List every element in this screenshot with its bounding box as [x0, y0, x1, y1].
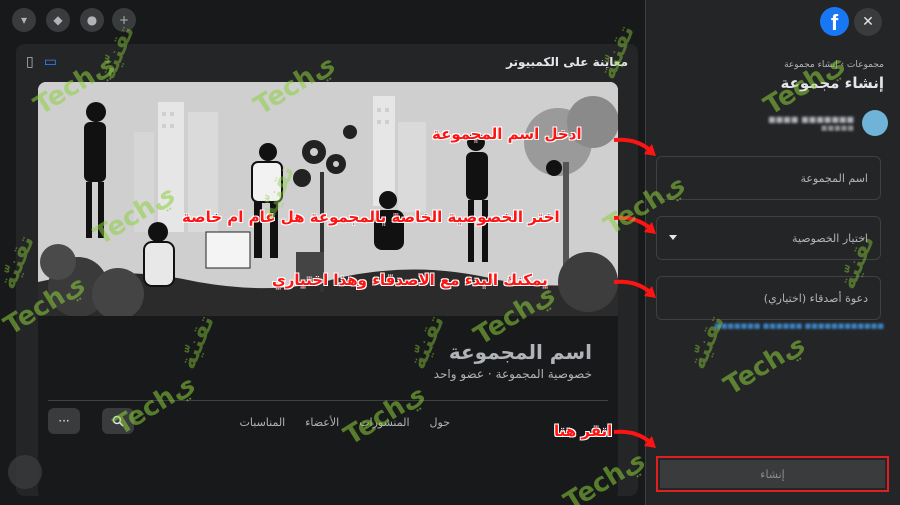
preview-tabs: حول المنشورات الأعضاء المناسبات [240, 416, 450, 429]
chevron-down-icon [669, 235, 677, 240]
tab-posts[interactable]: المنشورات [359, 416, 409, 429]
messenger-circle-button[interactable]: ◆ [46, 8, 70, 32]
admin-name-blurred: ■■■■ ■■■■■■■ [768, 114, 854, 124]
admin-user-text: ■■■■ ■■■■■■■ ■■■■■ [768, 115, 854, 132]
privacy-select-label: اختيار الخصوصية [792, 231, 868, 245]
page-title: إنشاء مجموعة [780, 74, 884, 92]
admin-role-blurred: ■■■■■ [820, 123, 854, 132]
tab-about[interactable]: حول [430, 416, 450, 429]
facebook-logo-icon[interactable]: f [820, 7, 849, 36]
breadcrumb: مجموعات › إنشاء مجموعة [784, 60, 884, 70]
privacy-select[interactable]: اختيار الخصوصية [656, 216, 881, 260]
avatar [862, 110, 888, 136]
mobile-icon[interactable]: ▯ [26, 55, 34, 69]
create-button-highlight: إنشاء [656, 456, 889, 492]
desktop-icon[interactable]: ▭ [44, 55, 57, 69]
invite-hint-blurred: ■■■■■■■ ■■■■■■ ■■■■■■■■■■■■ [714, 322, 884, 330]
preview-divider [48, 400, 608, 401]
desktop-preview: ▯ ▭ معاينة على الكمبيوتر اسم المجموعة خص… [16, 44, 638, 496]
close-icon: ✕ [862, 14, 874, 30]
search-icon [112, 415, 124, 427]
menu-circle-button[interactable]: ▾ [12, 8, 36, 32]
preview-search-button[interactable] [102, 408, 134, 434]
notifications-circle-button[interactable]: ● [80, 8, 104, 32]
annotation-choose-privacy: اختر الخصوصية الخاصة بالمجموعة هل عام ام… [182, 208, 560, 226]
arrow-right-icon [613, 429, 656, 448]
add-circle-button[interactable]: + [112, 8, 136, 32]
chat-bubble[interactable] [8, 455, 42, 489]
admin-user: ■■■■ ■■■■■■■ ■■■■■ [768, 110, 888, 136]
screen: ▾ ◆ ● + ▯ ▭ معاينة على الكمبيوتر اسم الم… [0, 0, 900, 505]
create-group-panel: f ✕ مجموعات › إنشاء مجموعة إنشاء مجموعة … [645, 0, 900, 505]
device-switcher: ▯ ▭ [26, 55, 57, 69]
annotation-enter-name: ادخل اسم المجموعة [432, 125, 582, 143]
close-button[interactable]: ✕ [854, 8, 882, 36]
invite-friends-input[interactable]: دعوة أصدقاء (اختياري) [656, 276, 881, 320]
create-button[interactable]: إنشاء [660, 460, 885, 488]
preview-header: ▯ ▭ معاينة على الكمبيوتر [16, 44, 638, 80]
arrow-right-icon [613, 215, 656, 234]
arrow-right-icon [613, 279, 656, 298]
preview-more-button[interactable]: ··· [48, 408, 80, 434]
annotation-invite-friends: يمكنك البدء مع الاصدقاء وهذا اختياري [272, 271, 548, 289]
group-preview-frame: اسم المجموعة خصوصية المجموعة · عضو واحد … [38, 82, 618, 496]
preview-group-meta: خصوصية المجموعة · عضو واحد [433, 367, 592, 381]
arrow-right-icon [613, 137, 656, 156]
annotation-click-here: انقر هنا [554, 422, 613, 440]
preview-group-name: اسم المجموعة [448, 340, 592, 364]
preview-title: معاينة على الكمبيوتر [506, 55, 628, 69]
tab-events[interactable]: المناسبات [240, 416, 286, 429]
group-name-input[interactable]: اسم المجموعة [656, 156, 881, 200]
tab-members[interactable]: الأعضاء [305, 416, 339, 429]
